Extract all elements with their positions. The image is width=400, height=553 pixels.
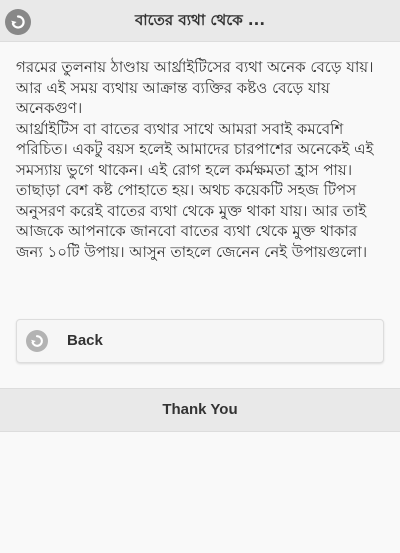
article-paragraph: আর্থ্রাইটিস বা বাতের ব্যথার সাথে আমরা সব… (16, 119, 374, 261)
page-title: বাতের ব্যথা থেকে ... (134, 11, 266, 29)
article-paragraph: গরমের তুলনায় ঠাণ্ডায় আর্থ্রাইটিসের ব্য… (16, 58, 374, 117)
footer-title: Thank You (162, 401, 238, 418)
back-button[interactable]: Back (16, 319, 384, 363)
back-arrow-icon (26, 330, 48, 352)
back-button-label: Back (67, 332, 103, 349)
back-arrow-icon[interactable] (5, 9, 31, 35)
footer-bar: Thank You (0, 388, 400, 432)
article-body: গরমের তুলনায় ঠাণ্ডায় আর্থ্রাইটিসের ব্য… (16, 57, 388, 262)
header-bar: বাতের ব্যথা থেকে ... (0, 0, 400, 42)
